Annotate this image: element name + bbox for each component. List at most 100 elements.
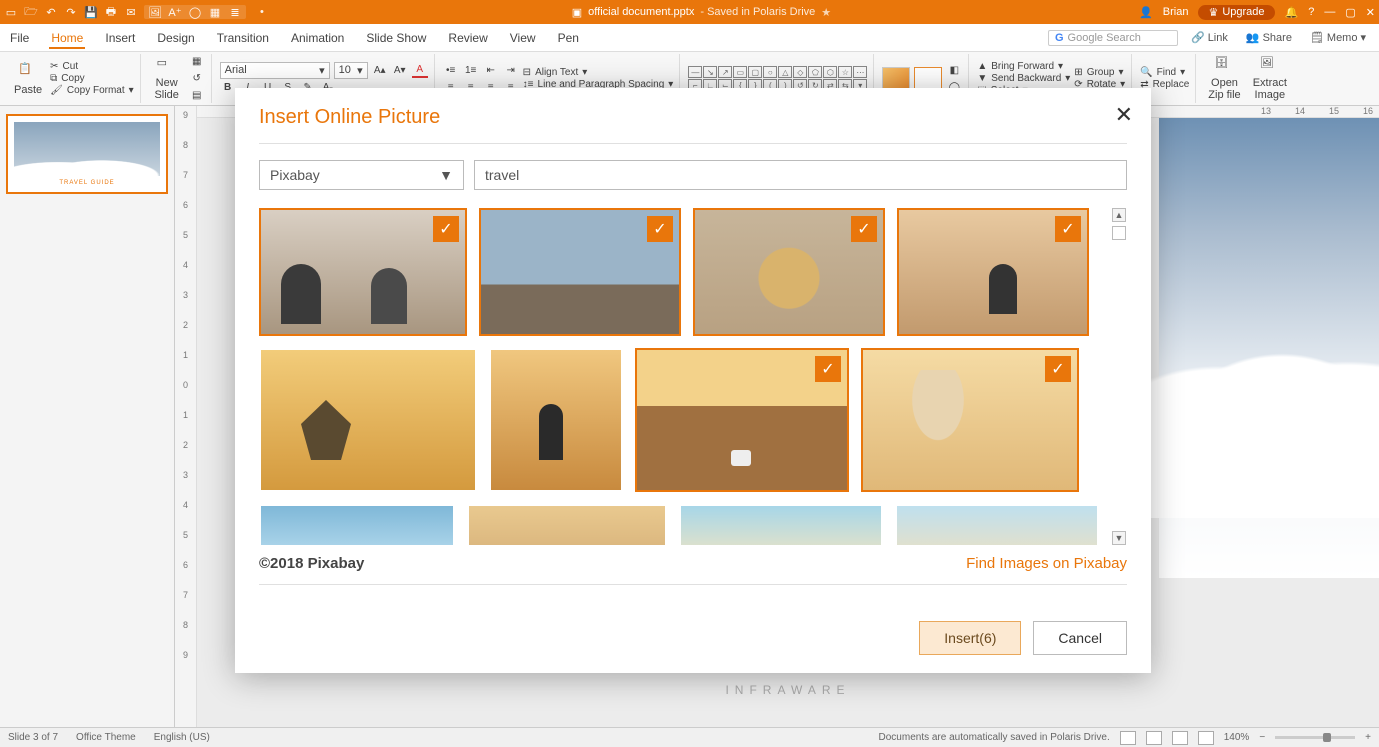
result-item[interactable] [679, 504, 883, 545]
dialog-close-button[interactable]: ✕ [1115, 102, 1133, 128]
numbering-icon[interactable]: 1≡ [463, 62, 479, 78]
textstyle-icon[interactable]: A⁺ [168, 5, 182, 19]
shape-style-1[interactable] [882, 67, 910, 91]
table-icon[interactable]: ▦ [208, 5, 222, 19]
tab-view[interactable]: View [508, 27, 538, 49]
slide-thumbnails-panel[interactable]: 1 TRAVEL GUIDE [0, 106, 175, 727]
favorite-star-icon[interactable]: ★ [821, 6, 831, 19]
tab-review[interactable]: Review [446, 27, 489, 49]
font-family-select[interactable]: Arial▾ [220, 62, 330, 79]
list-icon[interactable]: ≣ [228, 5, 242, 19]
user-name[interactable]: Brian [1163, 6, 1189, 18]
search-input[interactable] [474, 160, 1127, 190]
memo-tool[interactable]: 🗒Memo ▾ [1305, 28, 1371, 47]
new-icon[interactable]: ▭ [4, 5, 18, 19]
results-scrollbar[interactable]: ▲ ▼ [1111, 208, 1127, 545]
tab-transition[interactable]: Transition [215, 27, 271, 49]
normal-view-icon[interactable] [1120, 731, 1136, 745]
tab-home[interactable]: Home [49, 27, 85, 49]
reset-icon[interactable]: ↺ [189, 71, 205, 87]
result-item[interactable]: ✓ [861, 348, 1079, 492]
align-text-button[interactable]: ⊟Align Text ▾ [523, 67, 674, 78]
zoom-in-icon[interactable]: + [1365, 732, 1371, 743]
slideshow-view-icon[interactable] [1198, 731, 1214, 745]
cut-button[interactable]: ✂Cut [50, 61, 134, 72]
close-icon[interactable]: ✕ [1366, 6, 1375, 19]
zoom-slider[interactable] [1275, 736, 1355, 739]
scroll-up-icon[interactable]: ▲ [1112, 208, 1126, 222]
result-item[interactable] [259, 504, 455, 545]
tab-insert[interactable]: Insert [103, 27, 137, 49]
shapes-icon[interactable]: ◯ [188, 5, 202, 19]
result-item[interactable] [259, 348, 477, 492]
bullets-icon[interactable]: •≡ [443, 62, 459, 78]
result-item[interactable]: ✓ [897, 208, 1089, 336]
insert-button[interactable]: Insert(6) [919, 621, 1021, 655]
open-zip-button[interactable]: 🗄Open Zip file [1204, 54, 1244, 103]
user-avatar-icon[interactable]: 👤 [1139, 6, 1153, 19]
slide-opts: ▦ ↺ ▤ [189, 54, 205, 104]
scroll-down-icon[interactable]: ▼ [1112, 531, 1126, 545]
sorter-view-icon[interactable] [1146, 731, 1162, 745]
grow-font-icon[interactable]: A▴ [372, 62, 388, 78]
share-tool[interactable]: 👥Share [1241, 28, 1297, 47]
layout-icon[interactable]: ▦ [189, 54, 205, 70]
shrink-font-icon[interactable]: A▾ [392, 62, 408, 78]
tab-slideshow[interactable]: Slide Show [364, 27, 428, 49]
paste-button[interactable]: 📋 Paste [10, 60, 46, 98]
insert-online-picture-dialog: ✕ Insert Online Picture Pixabay ▼ ✓ ✓ ✓ … [235, 88, 1151, 673]
section-icon[interactable]: ▤ [189, 88, 205, 104]
result-item[interactable] [489, 348, 623, 492]
result-item[interactable] [467, 504, 667, 545]
slides-group: ▭ New Slide ▦ ↺ ▤ [143, 54, 212, 103]
fill-icon[interactable]: ◧ [946, 62, 962, 78]
shape-style-2[interactable] [914, 67, 942, 91]
reading-view-icon[interactable] [1172, 731, 1188, 745]
send-backward-button[interactable]: ▼Send Backward ▾ [977, 73, 1070, 84]
font-color-icon[interactable]: A [412, 62, 428, 78]
tab-animation[interactable]: Animation [289, 27, 346, 49]
tab-pen[interactable]: Pen [556, 27, 581, 49]
result-item[interactable]: ✓ [479, 208, 681, 336]
google-search-box[interactable]: G Google Search [1048, 30, 1178, 46]
minimize-icon[interactable]: — [1324, 6, 1335, 18]
group-button[interactable]: ⊞Group ▾ [1074, 67, 1125, 78]
source-select[interactable]: Pixabay ▼ [259, 160, 464, 190]
new-slide-button[interactable]: ▭ New Slide [149, 54, 185, 103]
bold-button[interactable]: B [220, 80, 236, 96]
redo-icon[interactable]: ↷ [64, 5, 78, 19]
extract-image-button[interactable]: 🖼Extract Image [1249, 54, 1291, 103]
find-button[interactable]: 🔍Find ▾ [1140, 67, 1189, 78]
find-on-pixabay-link[interactable]: Find Images on Pixabay [966, 555, 1127, 572]
picture-icon[interactable]: 🖼 [148, 5, 162, 19]
source-value: Pixabay [270, 167, 320, 183]
result-item[interactable] [895, 504, 1099, 545]
copy-button[interactable]: ⧉Copy [50, 73, 134, 84]
bell-icon[interactable]: 🔔 [1285, 6, 1299, 19]
result-item[interactable]: ✓ [635, 348, 849, 492]
indent-dec-icon[interactable]: ⇤ [483, 62, 499, 78]
undo-icon[interactable]: ↶ [44, 5, 58, 19]
tab-design[interactable]: Design [155, 27, 196, 49]
help-icon[interactable]: ? [1308, 6, 1314, 18]
mail-icon[interactable]: ✉ [124, 5, 138, 19]
cancel-button[interactable]: Cancel [1033, 621, 1127, 655]
result-item[interactable]: ✓ [259, 208, 467, 336]
indent-inc-icon[interactable]: ⇥ [503, 62, 519, 78]
open-icon[interactable]: 🗁 [24, 5, 38, 19]
print-icon[interactable]: 🖶 [104, 5, 118, 19]
save-icon[interactable]: 💾 [84, 5, 98, 19]
link-tool[interactable]: 🔗Link [1186, 28, 1233, 47]
upgrade-button[interactable]: ♛ Upgrade [1198, 5, 1274, 20]
scroll-thumb[interactable] [1112, 226, 1126, 240]
font-size-select[interactable]: 10▾ [334, 62, 368, 79]
slide-thumbnail[interactable]: TRAVEL GUIDE [6, 114, 168, 194]
copy-format-button[interactable]: 🖌Copy Format ▾ [50, 85, 134, 96]
maximize-icon[interactable]: ▢ [1345, 6, 1355, 19]
zoom-out-icon[interactable]: − [1259, 732, 1265, 743]
dialog-title: Insert Online Picture [259, 106, 1127, 129]
result-item[interactable]: ✓ [693, 208, 885, 336]
menubar: File Home Insert Design Transition Anima… [0, 24, 1379, 52]
tab-file[interactable]: File [8, 27, 31, 49]
bring-forward-button[interactable]: ▲Bring Forward ▾ [977, 61, 1070, 72]
